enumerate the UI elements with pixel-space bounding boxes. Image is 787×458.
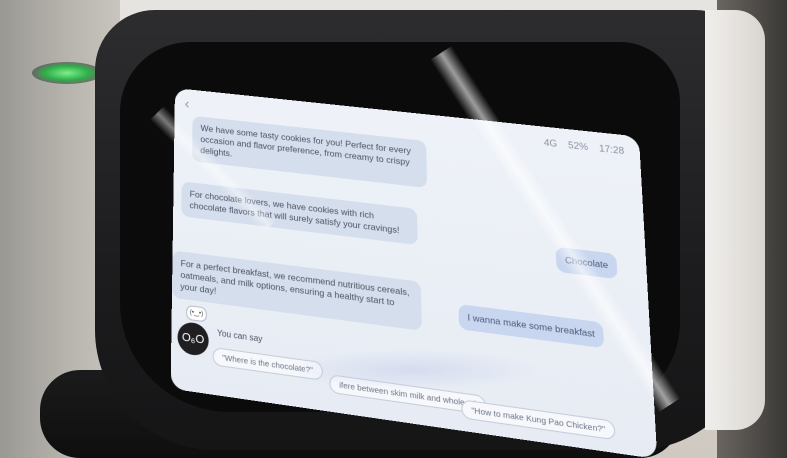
robot-white-shell [705,10,765,430]
battery-text: 52% [567,139,589,153]
time-text: 17:28 [598,142,625,157]
screen-reflection [280,350,540,390]
bot-message: For a perfect breakfast, we recommend nu… [171,250,422,331]
back-icon[interactable]: ‹ [185,95,190,111]
assistant-avatar: O₆O [177,320,209,358]
signal-text: 4G [543,137,558,149]
user-message: I wanna make some breakfast [458,303,605,349]
status-bar: 4G 52% 17:28 [544,137,625,156]
photo-background: ‹ 4G 52% 17:28 We have some tasty cookie… [0,0,787,458]
green-indicator-light [32,62,102,84]
you-can-say-label: You can say [217,328,263,345]
bot-message: For chocolate lovers, we have cookies wi… [181,181,418,246]
assistant-mini-face: (•‿•) [186,304,207,323]
